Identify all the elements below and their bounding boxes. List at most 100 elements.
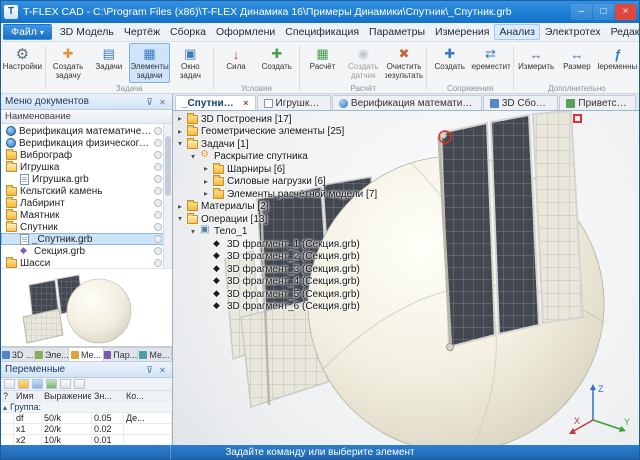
menu-analysis[interactable]: Анализ xyxy=(494,24,539,40)
variables-button[interactable]: Переменные xyxy=(597,43,638,83)
move-button[interactable]: Переместить xyxy=(470,43,511,83)
var-toolbar-add-icon[interactable] xyxy=(46,379,57,389)
tab-elements[interactable]: Эле... xyxy=(35,348,69,361)
pin-icon[interactable] xyxy=(144,97,155,107)
menu-file[interactable]: Файл xyxy=(3,24,52,40)
model-tree-item[interactable]: 3D фрагмент_4 (Секция.grb) xyxy=(204,276,377,289)
settings-button[interactable]: Настройки xyxy=(2,43,43,83)
close-panel-icon[interactable] xyxy=(157,365,168,375)
task-window-button[interactable]: Окно задач xyxy=(170,43,211,83)
variables-group-row[interactable]: Группа: xyxy=(1,402,172,413)
doc-tree-item[interactable]: Спутник xyxy=(1,221,172,233)
close-tab-icon[interactable]: × xyxy=(243,98,248,108)
var-toolbar-filter-icon[interactable] xyxy=(74,379,85,389)
model-tree-item[interactable]: Тело_1 xyxy=(191,226,377,239)
var-toolbar-list-icon[interactable] xyxy=(32,379,43,389)
visibility-icon[interactable] xyxy=(154,223,162,231)
doc-tree-item[interactable]: Секция.grb xyxy=(1,245,172,257)
model-tree-item[interactable]: 3D фрагмент_2 (Секция.grb) xyxy=(204,251,377,264)
visibility-icon[interactable] xyxy=(154,127,162,135)
menu-layout[interactable]: Оформлени xyxy=(211,24,280,40)
visibility-icon[interactable] xyxy=(154,139,162,147)
doc-tab-assembly[interactable]: 3D Сборка 1 xyxy=(483,95,559,110)
create-condition-button[interactable]: Создать xyxy=(256,43,297,83)
variable-row[interactable]: df 50/k 0.05 Де... xyxy=(1,413,172,424)
expand-arrow-icon[interactable] xyxy=(178,128,187,136)
model-tree-item[interactable]: Шарниры [6] xyxy=(204,163,377,176)
tab-document-menu[interactable]: Ме... xyxy=(69,348,103,361)
variable-row[interactable]: x1 20/k 0.02 xyxy=(1,424,172,435)
model-tree-item[interactable]: 3D фрагмент_3 (Секция.grb) xyxy=(204,263,377,276)
expand-arrow-icon[interactable] xyxy=(204,178,213,186)
menu-electrical[interactable]: Электротех xyxy=(540,24,606,40)
model-tree-item[interactable]: 3D фрагмент_6 (Секция.grb) xyxy=(204,301,377,314)
visibility-icon[interactable] xyxy=(154,259,162,267)
maximize-button[interactable]: □ xyxy=(593,4,614,20)
3d-viewport[interactable]: 3D Построения [17] Геометрические элемен… xyxy=(173,111,639,445)
create-task-button[interactable]: Создать задачу xyxy=(48,43,89,83)
menu-assembly[interactable]: Сборка xyxy=(165,24,211,40)
model-tree-item[interactable]: Раскрытие спутника xyxy=(191,151,377,164)
tab-3d-model[interactable]: 3D ... xyxy=(1,348,35,361)
visibility-icon[interactable] xyxy=(154,175,162,183)
expand-arrow-icon[interactable] xyxy=(178,115,187,123)
var-toolbar-new-icon[interactable] xyxy=(4,379,15,389)
doc-tree-item[interactable]: Маятник xyxy=(1,209,172,221)
close-panel-icon[interactable] xyxy=(157,97,168,107)
doc-tree-item[interactable]: Шасси xyxy=(1,257,172,268)
collapse-arrow-icon[interactable] xyxy=(191,153,200,161)
menu-drawing[interactable]: Чертёж xyxy=(119,24,165,40)
force-button[interactable]: Сила xyxy=(216,43,257,83)
visibility-icon[interactable] xyxy=(154,151,162,159)
collapse-arrow-icon[interactable] xyxy=(178,140,187,148)
close-button[interactable]: × xyxy=(615,4,636,20)
model-tree-item[interactable]: Силовые нагрузки [6] xyxy=(204,176,377,189)
dimension-button[interactable]: Размер xyxy=(557,43,598,83)
model-tree-item[interactable]: Материалы [2] xyxy=(178,201,377,214)
task-elements-button[interactable]: Элементы задачи xyxy=(129,43,170,83)
menu-editors[interactable]: Редакторы xyxy=(606,24,639,40)
create-sensor-button[interactable]: Создать датчик xyxy=(343,43,384,83)
calculate-button[interactable]: Расчёт xyxy=(302,43,343,83)
expand-arrow-icon[interactable] xyxy=(204,165,213,173)
collapse-arrow-icon[interactable] xyxy=(178,215,187,223)
model-tree-item[interactable]: Геометрические элементы [25] xyxy=(178,126,377,139)
doc-tree-item[interactable]: Игрушка.grb xyxy=(1,173,172,185)
doc-tree-item[interactable]: Игрушка xyxy=(1,161,172,173)
clear-results-button[interactable]: Очистить результаты xyxy=(384,43,425,83)
visibility-icon[interactable] xyxy=(154,211,162,219)
visibility-icon[interactable] xyxy=(154,187,162,195)
visibility-icon[interactable] xyxy=(154,247,162,255)
variable-row[interactable]: x2 10/k 0.01 xyxy=(1,435,172,445)
doc-tab-sputnik[interactable]: _Спутник.grb × xyxy=(175,95,256,110)
collapse-arrow-icon[interactable] xyxy=(191,228,200,236)
create-mate-button[interactable]: Создать xyxy=(429,43,470,83)
pin-icon[interactable] xyxy=(144,365,155,375)
tasks-button[interactable]: Задачи xyxy=(88,43,129,83)
visibility-icon[interactable] xyxy=(154,235,162,243)
doc-tree-column-header[interactable]: Наименование xyxy=(1,110,172,124)
menu-specification[interactable]: Спецификация xyxy=(280,24,364,40)
model-tree-item[interactable]: 3D Построения [17] xyxy=(178,113,377,126)
model-tree-item[interactable]: Элементы расчётной модели [7] xyxy=(204,188,377,201)
menu-measurements[interactable]: Измерения xyxy=(430,24,494,40)
tab-menu-2[interactable]: Ме... xyxy=(138,348,172,361)
doc-tree-item[interactable]: Верификация физического ма... xyxy=(1,137,172,149)
doc-tree-item[interactable]: Лабиринт xyxy=(1,197,172,209)
doc-tree-item[interactable]: Виброграф xyxy=(1,149,172,161)
doc-tab-welcome[interactable]: Приветствие xyxy=(559,95,636,110)
expand-arrow-icon[interactable] xyxy=(178,203,187,211)
var-toolbar-delete-icon[interactable] xyxy=(60,379,71,389)
doc-tab-igrushka[interactable]: Игрушка.grb xyxy=(257,95,331,110)
visibility-icon[interactable] xyxy=(154,199,162,207)
model-tree-item[interactable]: 3D фрагмент_5 (Секция.grb) xyxy=(204,288,377,301)
minimize-button[interactable]: – xyxy=(571,4,592,20)
visibility-icon[interactable] xyxy=(154,163,162,171)
menu-parameters[interactable]: Параметры xyxy=(364,24,430,40)
doc-tree-item[interactable]: Кельтский камень xyxy=(1,185,172,197)
doc-tree-scrollbar[interactable] xyxy=(163,124,172,268)
doc-tab-verification[interactable]: Верификация математическог... xyxy=(332,95,482,110)
model-tree-item[interactable]: 3D фрагмент_1 (Секция.grb) xyxy=(204,238,377,251)
doc-tree-item[interactable]: Верификация математическог... xyxy=(1,125,172,137)
var-toolbar-open-icon[interactable] xyxy=(18,379,29,389)
